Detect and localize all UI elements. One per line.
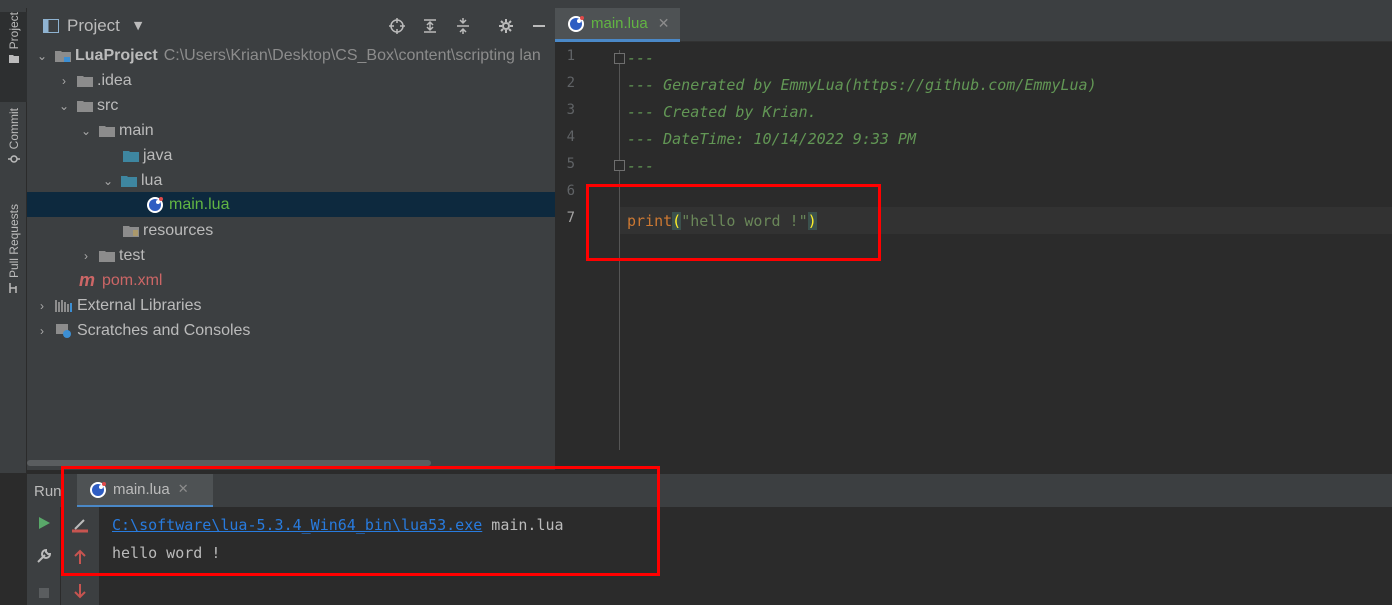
commit-tool-tab[interactable]: Commit xyxy=(0,108,27,180)
stop-icon[interactable] xyxy=(27,587,60,599)
code-line[interactable]: --- xyxy=(627,44,654,71)
source-folder-icon xyxy=(123,150,139,162)
pull-requests-tool-tab[interactable]: Pull Requests xyxy=(0,204,27,314)
highlight-box-code xyxy=(586,184,881,261)
source-folder-icon xyxy=(121,175,137,187)
maven-icon: m xyxy=(79,270,96,290)
code-line[interactable]: --- DateTime: 10/14/2022 9:33 PM xyxy=(627,125,916,152)
run-toolbar xyxy=(27,507,61,605)
line-number: 2 xyxy=(566,75,575,91)
project-view-icon xyxy=(43,18,59,33)
tree-item-label: java xyxy=(143,146,173,164)
locate-icon[interactable] xyxy=(380,8,413,43)
folder-icon xyxy=(99,125,115,137)
tool-window-strip: Project Commit Pull Requests xyxy=(0,8,27,473)
lua-file-icon xyxy=(568,15,584,32)
collapse-all-icon[interactable] xyxy=(446,8,479,43)
rerun-icon[interactable] xyxy=(27,516,60,530)
tree-item-pom[interactable]: m pom.xml xyxy=(27,268,555,293)
tree-item-luaproject[interactable]: ⌄ LuaProject C:\Users\Krian\Desktop\CS_B… xyxy=(27,43,555,68)
tree-item-label: LuaProject xyxy=(75,46,158,64)
tree-item-label: lua xyxy=(141,171,163,189)
tree-item-resources[interactable]: resources xyxy=(27,218,555,243)
tree-item-external-libraries[interactable]: › External Libraries xyxy=(27,293,555,318)
chevron-down-icon[interactable]: ⌄ xyxy=(101,174,115,188)
tree-item-label: pom.xml xyxy=(102,271,163,289)
chevron-right-icon[interactable]: › xyxy=(35,324,49,338)
chevron-down-icon[interactable]: ⌄ xyxy=(79,124,93,138)
tree-item-label: .idea xyxy=(97,71,132,89)
resources-folder-icon xyxy=(123,225,139,237)
chevron-down-icon[interactable]: ⌄ xyxy=(35,49,49,63)
folder-icon xyxy=(8,55,19,64)
fold-marker-icon[interactable] xyxy=(614,53,625,64)
tree-item-idea[interactable]: › .idea xyxy=(27,68,555,93)
close-icon[interactable]: ✕ xyxy=(658,16,670,32)
wrench-icon[interactable] xyxy=(27,548,60,564)
folder-icon xyxy=(99,250,115,262)
pull-request-icon xyxy=(8,283,17,294)
chevron-right-icon[interactable]: › xyxy=(79,249,93,263)
line-number: 5 xyxy=(566,156,575,172)
gear-icon[interactable] xyxy=(489,8,522,43)
tree-item-label: main xyxy=(119,121,154,139)
module-folder-icon xyxy=(55,50,71,62)
tree-item-java[interactable]: java xyxy=(27,143,555,168)
chevron-right-icon[interactable]: › xyxy=(35,299,49,313)
project-panel: Project ▼ ⌄ LuaProject C:\Users\Krian\De… xyxy=(27,8,555,470)
tree-item-src[interactable]: ⌄ src xyxy=(27,93,555,118)
tree-item-scratches[interactable]: › Scratches and Consoles xyxy=(27,318,555,343)
minimize-icon[interactable] xyxy=(522,8,555,43)
fold-marker-icon[interactable] xyxy=(614,160,625,171)
tree-item-main-lua[interactable]: main.lua xyxy=(27,192,555,217)
editor-tab-bar: main.lua ✕ xyxy=(555,8,1392,42)
tree-item-label: resources xyxy=(143,221,214,239)
tree-item-label: src xyxy=(97,96,119,114)
commit-tool-tab-label: Commit xyxy=(6,108,21,150)
editor-tab-main-lua[interactable]: main.lua ✕ xyxy=(555,8,680,42)
chevron-down-icon[interactable]: ⌄ xyxy=(57,99,71,113)
libraries-icon xyxy=(55,299,72,312)
editor-tab-label: main.lua xyxy=(591,15,648,32)
line-number: 1 xyxy=(566,48,575,64)
tree-item-label: main.lua xyxy=(169,195,230,213)
tree-item-label: Scratches and Consoles xyxy=(77,321,251,339)
expand-all-icon[interactable] xyxy=(413,8,446,43)
folder-icon xyxy=(77,100,93,112)
tree-item-test[interactable]: › test xyxy=(27,243,555,268)
code-line[interactable]: --- Created by Krian. xyxy=(627,98,817,125)
chevron-down-icon[interactable]: ▼ xyxy=(134,19,142,32)
chevron-right-icon[interactable]: › xyxy=(57,74,71,88)
line-number: 3 xyxy=(566,102,575,118)
tree-item-main[interactable]: ⌄ main xyxy=(27,118,555,143)
line-number: 6 xyxy=(566,183,575,199)
pull-requests-tool-tab-label: Pull Requests xyxy=(6,204,21,279)
line-number: 7 xyxy=(566,210,575,226)
tree-item-label: test xyxy=(119,246,145,264)
code-line[interactable]: --- Generated by EmmyLua(https://github.… xyxy=(627,71,1097,98)
folder-icon xyxy=(77,75,93,87)
lua-file-icon xyxy=(147,196,163,213)
project-tool-tab-label: Project xyxy=(6,12,21,50)
commit-icon xyxy=(7,155,20,164)
project-panel-title[interactable]: Project xyxy=(67,16,120,36)
arrow-down-icon[interactable] xyxy=(61,583,99,599)
code-line[interactable]: --- xyxy=(627,152,654,179)
project-panel-toolbar xyxy=(380,8,555,43)
toolbar-separator xyxy=(479,8,489,43)
tree-item-label: External Libraries xyxy=(77,296,202,314)
highlight-box-run-output xyxy=(61,466,660,576)
scratches-icon xyxy=(56,323,71,338)
project-path: C:\Users\Krian\Desktop\CS_Box\content\sc… xyxy=(163,46,541,64)
tree-item-lua[interactable]: ⌄ lua xyxy=(27,168,555,193)
run-label[interactable]: Run xyxy=(34,474,62,508)
project-panel-header: Project ▼ xyxy=(27,8,555,43)
project-tool-tab[interactable]: Project xyxy=(0,12,27,102)
line-number: 4 xyxy=(566,129,575,145)
title-bar-sliver xyxy=(0,0,1392,8)
